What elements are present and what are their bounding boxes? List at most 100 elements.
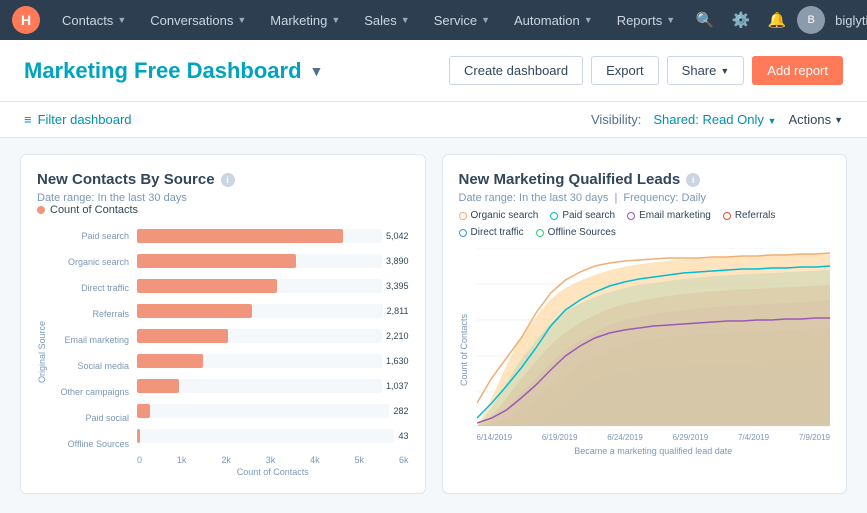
new-mql-card: New Marketing Qualified Leads i Date ran… — [442, 154, 848, 494]
title-dropdown-icon[interactable]: ▼ — [310, 63, 324, 79]
bar-value: 43 — [398, 431, 408, 441]
line-chart-svg — [477, 248, 831, 428]
chevron-down-icon: ▼ — [481, 15, 490, 25]
legend-color-swatch — [536, 229, 544, 237]
visibility-value[interactable]: Shared: Read Only ▼ — [653, 112, 776, 127]
filter-right: Visibility: Shared: Read Only ▼ Actions … — [591, 112, 843, 127]
bar-row: 2,811 — [137, 301, 409, 321]
x-axis-label: 6/14/2019 — [477, 433, 513, 442]
x-axis-label: 5k — [355, 455, 365, 465]
bar-value: 2,811 — [387, 306, 409, 316]
chevron-down-icon: ▼ — [237, 15, 246, 25]
x-axis-label: 6/29/2019 — [673, 433, 709, 442]
bar-y-label: Referrals — [92, 304, 129, 324]
filter-dashboard-button[interactable]: ≡ Filter dashboard — [24, 112, 132, 127]
bar-value: 2,210 — [386, 331, 409, 341]
legend-color-swatch — [550, 212, 558, 220]
legend-color-swatch — [459, 229, 467, 237]
legend-item: Direct traffic — [459, 227, 524, 238]
bar-value: 3,395 — [386, 281, 409, 291]
export-button[interactable]: Export — [591, 56, 659, 85]
nav-automation[interactable]: Automation ▼ — [504, 0, 603, 40]
chevron-down-icon: ▼ — [584, 15, 593, 25]
legend-label: Organic search — [471, 210, 539, 221]
bar-row: 43 — [137, 426, 409, 446]
svg-text:H: H — [21, 12, 31, 28]
nav-contacts[interactable]: Contacts ▼ — [52, 0, 136, 40]
card-title: New Marketing Qualified Leads i — [459, 171, 831, 188]
legend-dot — [37, 206, 45, 214]
line-chart-body: 6/14/20196/19/20196/24/20196/29/20197/4/… — [477, 244, 831, 456]
x-axis-label: 7/4/2019 — [738, 433, 769, 442]
add-report-button[interactable]: Add report — [752, 56, 843, 85]
bar-y-label: Paid social — [85, 408, 129, 428]
legend-item: Offline Sources — [536, 227, 616, 238]
nav-marketing[interactable]: Marketing ▼ — [260, 0, 350, 40]
hubspot-logo[interactable]: H — [12, 6, 40, 34]
navbar: H Contacts ▼ Conversations ▼ Marketing ▼… — [0, 0, 867, 40]
nav-reports[interactable]: Reports ▼ — [607, 0, 685, 40]
x-axis-label: 3k — [266, 455, 276, 465]
dashboard-grid: New Contacts By Source i Date range: In … — [0, 138, 867, 510]
bar-value: 5,042 — [386, 231, 409, 241]
nav-conversations[interactable]: Conversations ▼ — [140, 0, 256, 40]
info-icon[interactable]: i — [221, 173, 235, 187]
bar-y-label: Email marketing — [64, 330, 129, 350]
new-contacts-card: New Contacts By Source i Date range: In … — [20, 154, 426, 494]
notifications-icon[interactable]: 🔔 — [761, 4, 793, 36]
y-axis-title: Original Source — [37, 226, 47, 477]
bar-y-label: Offline Sources — [68, 434, 129, 454]
bar-row: 5,042 — [137, 226, 409, 246]
chevron-down-icon: ▼ — [834, 115, 843, 125]
y-axis-title: Count of Contacts — [459, 244, 469, 456]
bar-row: 1,037 — [137, 376, 409, 396]
bar-value: 282 — [393, 406, 408, 416]
x-axis-label: 0 — [137, 455, 142, 465]
search-icon[interactable]: 🔍 — [689, 4, 721, 36]
bar-row: 1,630 — [137, 351, 409, 371]
avatar[interactable]: B — [797, 6, 825, 34]
share-button[interactable]: Share ▼ — [667, 56, 745, 85]
create-dashboard-button[interactable]: Create dashboard — [449, 56, 583, 85]
x-axis-title: Became a marketing qualified lead date — [477, 446, 831, 456]
line-chart-area — [477, 248, 831, 431]
x-axis-label: 7/9/2019 — [799, 433, 830, 442]
legend-label: Direct traffic — [471, 227, 524, 238]
card-date-range: Date range: In the last 30 days — [37, 192, 409, 204]
chevron-down-icon: ▼ — [720, 66, 729, 76]
x-axis-label: 2k — [221, 455, 231, 465]
legend-color-swatch — [627, 212, 635, 220]
header-actions: Create dashboard Export Share ▼ Add repo… — [449, 56, 843, 85]
chevron-down-icon: ▼ — [666, 15, 675, 25]
account-name[interactable]: biglytics.net ▼ — [829, 13, 867, 28]
x-axis-labels: 01k2k3k4k5k6k — [137, 455, 409, 465]
chevron-down-icon: ▼ — [117, 15, 126, 25]
card-title: New Contacts By Source i — [37, 171, 409, 188]
x-axis-label: 6/19/2019 — [542, 433, 578, 442]
bar-chart-main: 5,042 3,890 3,395 2,811 2,210 1,630 1,037 282 43… — [137, 226, 409, 477]
bar-y-label: Direct traffic — [81, 278, 129, 298]
nav-sales[interactable]: Sales ▼ — [354, 0, 419, 40]
bar-row: 282 — [137, 401, 409, 421]
chevron-down-icon: ▼ — [401, 15, 410, 25]
actions-button[interactable]: Actions ▼ — [788, 112, 843, 127]
x-axis-title: Count of Contacts — [137, 467, 409, 477]
page-title: Marketing Free Dashboard — [24, 58, 302, 84]
bar-chart-legend: Count of Contacts — [37, 204, 409, 216]
nav-right-section: 🔍 ⚙️ 🔔 B biglytics.net ▼ — [689, 4, 867, 36]
legend-item: Email marketing — [627, 210, 711, 221]
visibility-label: Visibility: — [591, 112, 641, 127]
bar-row: 3,395 — [137, 276, 409, 296]
nav-service[interactable]: Service ▼ — [424, 0, 500, 40]
line-chart-legend: Organic search Paid search Email marketing… — [459, 210, 831, 238]
legend-label: Paid search — [562, 210, 615, 221]
bar-row: 2,210 — [137, 326, 409, 346]
settings-icon[interactable]: ⚙️ — [725, 4, 757, 36]
legend-label: Email marketing — [639, 210, 711, 221]
legend-label: Referrals — [735, 210, 776, 221]
x-axis-labels: 6/14/20196/19/20196/24/20196/29/20197/4/… — [477, 433, 831, 442]
bar-y-labels: Paid searchOrganic searchDirect trafficR… — [57, 226, 129, 477]
bar-row: 3,890 — [137, 251, 409, 271]
info-icon[interactable]: i — [686, 173, 700, 187]
legend-color-swatch — [723, 212, 731, 220]
